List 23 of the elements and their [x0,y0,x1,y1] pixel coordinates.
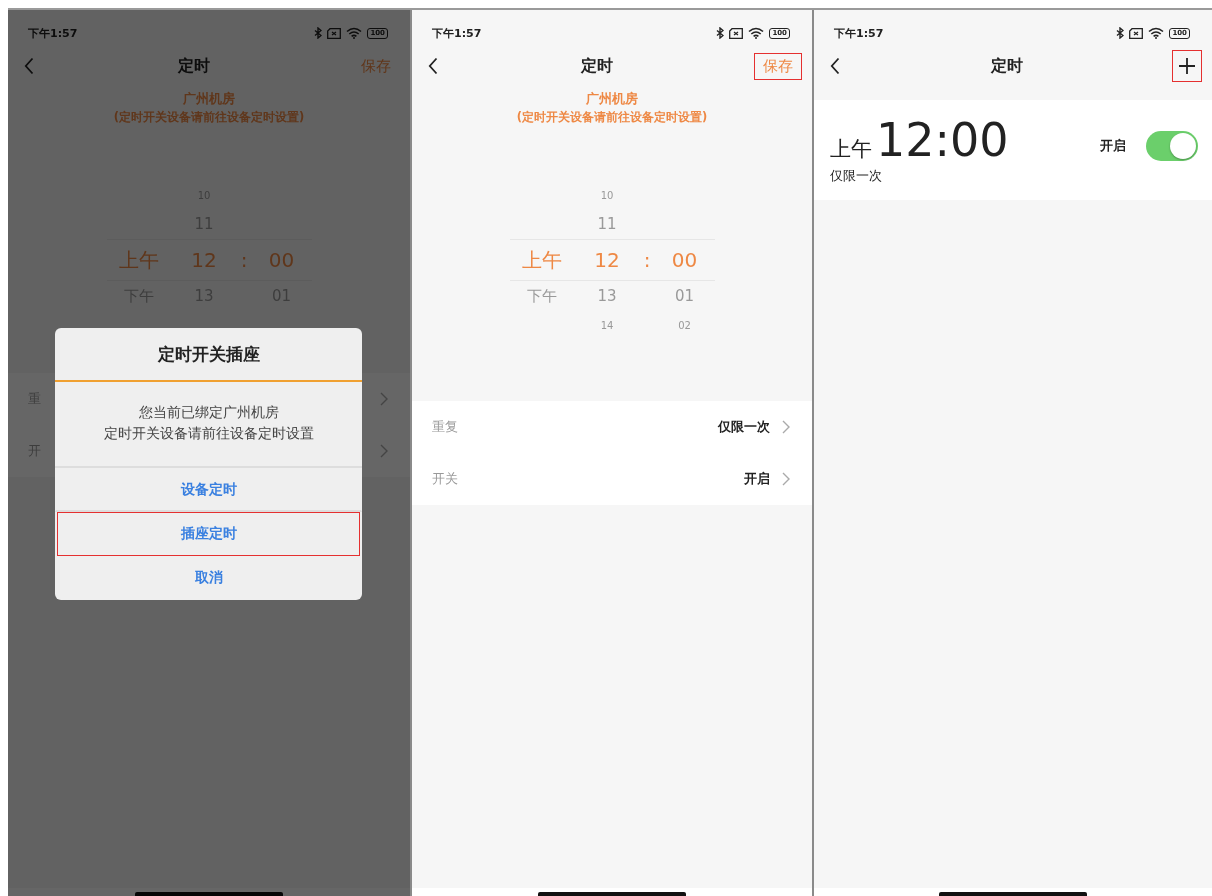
location-note: (定时开关设备请前往设备定时设置) [112,110,306,125]
screen-title: 定时 [580,55,614,77]
setting-label: 开关 [432,470,458,488]
time-separator: : [239,248,249,272]
setting-label: 重复 [432,418,458,436]
time-separator: : [642,248,652,272]
status-time: 下午1:57 [834,25,884,41]
dialog-message: 定时开关设备请前往设备定时设置 [102,424,315,443]
timer-period: 上午 [830,136,872,163]
timer-time: 12:00 [876,115,1009,165]
screen-title: 定时 [990,55,1024,77]
status-time: 下午1:57 [28,25,78,41]
dialog-message: 您当前已绑定广州机房 [137,403,280,422]
timer-repeat: 仅限一次 [830,167,883,185]
location-note: (定时开关设备请前往设备定时设置) [515,110,709,125]
dialog-title: 定时开关插座 [55,328,362,382]
setting-value: 仅限一次 [718,418,770,436]
device-location: 广州机房 [585,90,639,108]
device-location: 广州机房 [182,90,236,108]
screen-title: 定时 [177,55,211,77]
status-time: 下午1:57 [432,25,482,41]
timer-state: 开启 [1100,137,1126,155]
setting-value: 开启 [744,470,770,488]
